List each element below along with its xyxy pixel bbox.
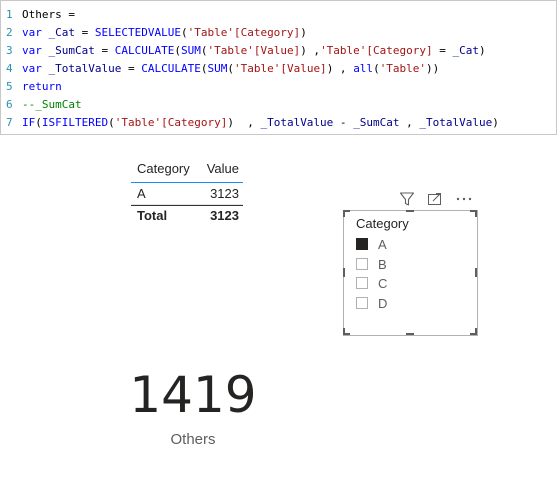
code-token: ( (180, 26, 188, 39)
slicer-title: Category (356, 216, 409, 231)
line-number: 7 (6, 116, 13, 129)
line-number: 4 (6, 62, 13, 75)
code-line-2: 2 var _Cat = SELECTEDVALUE('Table'[Catego… (1, 24, 307, 42)
code-text: return (22, 80, 62, 93)
resize-handle[interactable] (475, 328, 477, 335)
code-token: SUM (180, 44, 201, 57)
code-token: _SumCat (353, 116, 400, 129)
code-token: 'Table'[Value] (207, 44, 301, 57)
code-token: = (432, 44, 453, 57)
code-token: - (333, 116, 354, 129)
code-token: ( (227, 62, 234, 75)
code-token: ) , (227, 116, 261, 129)
line-number: 5 (6, 80, 13, 93)
code-token: ( (108, 116, 115, 129)
code-token: , (399, 116, 420, 129)
line-number: 2 (6, 26, 13, 39)
resize-handle[interactable] (343, 268, 345, 277)
slicer-item-label: C (378, 276, 388, 291)
checkbox[interactable] (356, 258, 368, 270)
slicer-item-label: A (378, 237, 387, 252)
code-token: 'Table'[Category] (114, 116, 228, 129)
code-token: ) (300, 26, 307, 39)
code-comment: --_SumCat (22, 98, 82, 111)
table-total-row: Total 3123 (131, 205, 243, 226)
resize-handle[interactable] (343, 328, 345, 335)
card-value: 1419 (129, 366, 257, 424)
code-token: 'Table'[Category] (320, 44, 433, 57)
resize-handle[interactable] (475, 210, 477, 217)
code-token: var (22, 44, 49, 57)
code-line-3: 3 var _SumCat = CALCULATE(SUM('Table'[Val… (1, 42, 486, 60)
code-token: ( (35, 116, 42, 129)
table-visual[interactable]: Category Value A 3123 Total 3123 (131, 158, 243, 226)
resize-handle[interactable] (475, 268, 477, 277)
code-token: _Cat (452, 44, 480, 57)
dax-formula-editor[interactable]: 1 Others = 2 var _Cat = SELECTEDVALUE('Tab… (0, 0, 557, 135)
visual-header (397, 190, 477, 208)
code-token: ( (373, 62, 380, 75)
code-token: _Cat (48, 26, 76, 39)
code-token: CALCULATE (114, 44, 175, 57)
line-number: 3 (6, 44, 13, 57)
column-header-category[interactable]: Category (137, 158, 190, 180)
code-token: _SumCat (48, 44, 95, 57)
filter-icon[interactable] (399, 191, 415, 207)
code-text: Others = (22, 8, 75, 21)
code-line-4: 4 var _TotalValue = CALCULATE(SUM('Table'… (1, 60, 439, 78)
code-token: CALCULATE (141, 62, 201, 75)
code-token: ) , (300, 44, 321, 57)
code-token: )) (426, 62, 440, 75)
code-line-1: 1 Others = (1, 6, 75, 24)
focus-mode-icon[interactable] (427, 191, 443, 207)
checkbox[interactable] (356, 277, 368, 289)
code-token: _TotalValue (260, 116, 334, 129)
code-token: ISFILTERED (41, 116, 109, 129)
line-number: 1 (6, 8, 13, 21)
code-token: = (121, 62, 142, 75)
checkbox[interactable] (356, 297, 368, 309)
code-line-5: 5 return (1, 78, 62, 96)
code-token: _TotalValue (48, 62, 122, 75)
line-number: 6 (6, 98, 13, 111)
slicer-item-label: B (378, 257, 387, 272)
code-line-7: 7 IF(ISFILTERED('Table'[Category]) , _Tot… (1, 114, 499, 132)
code-token: 'Table'[Value] (233, 62, 327, 75)
checkbox-checked[interactable] (356, 238, 368, 250)
resize-handle[interactable] (406, 210, 414, 212)
code-token: var (22, 26, 49, 39)
resize-handle[interactable] (406, 333, 414, 335)
code-line-6: 6 --_SumCat (1, 96, 82, 114)
slicer-item-label: D (378, 296, 388, 311)
resize-handle[interactable] (343, 210, 345, 217)
code-token: ) (492, 116, 499, 129)
table-header-row: Category Value (131, 158, 243, 183)
code-token: var (22, 62, 49, 75)
code-token: SUM (207, 62, 228, 75)
table-row[interactable]: A 3123 (131, 183, 243, 205)
code-token: 'Table'[Category] (187, 26, 301, 39)
code-token: ( (174, 44, 181, 57)
total-label: Total (137, 208, 168, 223)
code-token: ) , (326, 62, 354, 75)
code-token: IF (22, 116, 36, 129)
card-label: Others (170, 431, 216, 448)
code-token: 'Table' (379, 62, 427, 75)
code-token: all (353, 62, 374, 75)
code-token: _TotalValue (419, 116, 493, 129)
column-header-value[interactable]: Value (207, 158, 239, 180)
cell-category: A (137, 186, 146, 201)
code-token: SELECTEDVALUE (94, 26, 181, 39)
cell-value: 3123 (210, 186, 239, 201)
code-token: = (94, 44, 115, 57)
more-options-icon[interactable] (455, 191, 473, 207)
total-value: 3123 (210, 208, 239, 223)
code-token: ) (479, 44, 486, 57)
code-token: = (75, 26, 95, 39)
